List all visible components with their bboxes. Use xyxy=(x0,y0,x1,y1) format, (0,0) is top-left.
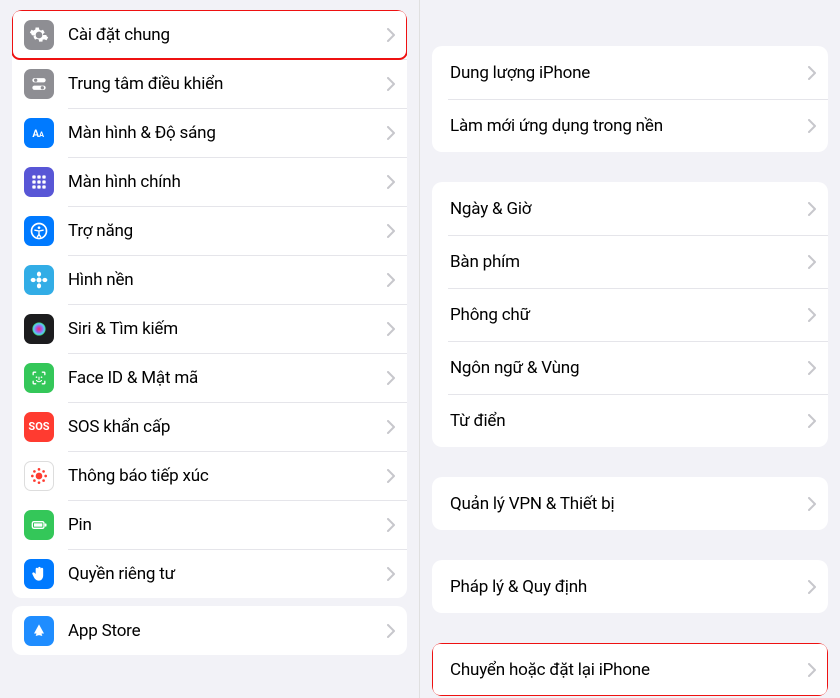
chevron-right-icon xyxy=(387,77,395,91)
row-label: Làm mới ứng dụng trong nền xyxy=(450,116,808,136)
row-label: Pin xyxy=(68,515,387,535)
row-label: SOS khẩn cấp xyxy=(68,417,387,437)
chevron-right-icon xyxy=(387,518,395,532)
row-label: Màn hình & Độ sáng xyxy=(68,123,387,143)
siri-icon xyxy=(24,314,54,344)
row-label: Pháp lý & Quy định xyxy=(450,577,808,597)
chevron-right-icon xyxy=(387,28,395,42)
row-language-region[interactable]: Ngôn ngữ & Vùng xyxy=(432,341,828,394)
chevron-right-icon xyxy=(808,119,816,133)
row-accessibility[interactable]: Trợ năng xyxy=(12,206,407,255)
chevron-right-icon xyxy=(387,624,395,638)
row-fonts[interactable]: Phông chữ xyxy=(432,288,828,341)
row-display-brightness[interactable]: AA Màn hình & Độ sáng xyxy=(12,108,407,157)
chevron-right-icon xyxy=(387,175,395,189)
row-label: Siri & Tìm kiếm xyxy=(68,319,387,339)
row-label: App Store xyxy=(68,621,387,641)
exposure-icon xyxy=(24,461,54,491)
chevron-right-icon xyxy=(387,371,395,385)
faceid-icon xyxy=(24,363,54,393)
row-legal-regulatory[interactable]: Pháp lý & Quy định xyxy=(432,560,828,613)
chevron-right-icon xyxy=(387,322,395,336)
switches-icon xyxy=(24,69,54,99)
row-app-store[interactable]: App Store xyxy=(12,606,407,655)
general-group-vpn: Quản lý VPN & Thiết bị xyxy=(432,477,828,530)
row-control-center[interactable]: Trung tâm điều khiển xyxy=(12,59,407,108)
row-emergency-sos[interactable]: SOS SOS khẩn cấp xyxy=(12,402,407,451)
row-exposure-notifications[interactable]: Thông báo tiếp xúc xyxy=(12,451,407,500)
settings-group-system: Cài đặt chung Trung tâm điều khiển AA Mà… xyxy=(12,10,407,598)
row-label: Chuyển hoặc đặt lại iPhone xyxy=(450,660,808,680)
chevron-right-icon xyxy=(808,414,816,428)
row-battery[interactable]: Pin xyxy=(12,500,407,549)
row-keyboard[interactable]: Bàn phím xyxy=(432,235,828,288)
row-label: Quản lý VPN & Thiết bị xyxy=(450,494,808,514)
row-label: Trung tâm điều khiển xyxy=(68,74,387,94)
chevron-right-icon xyxy=(387,469,395,483)
row-transfer-reset-iphone[interactable]: Chuyển hoặc đặt lại iPhone xyxy=(432,643,828,696)
row-label: Bàn phím xyxy=(450,252,808,272)
row-vpn-device-management[interactable]: Quản lý VPN & Thiết bị xyxy=(432,477,828,530)
row-label: Ngôn ngữ & Vùng xyxy=(450,358,808,378)
general-group-reset: Chuyển hoặc đặt lại iPhone xyxy=(432,643,828,696)
appstore-icon xyxy=(24,616,54,646)
row-dictionary[interactable]: Từ điển xyxy=(432,394,828,447)
general-group-locale: Ngày & Giờ Bàn phím Phông chữ Ngôn ngữ &… xyxy=(432,182,828,447)
chevron-right-icon xyxy=(808,255,816,269)
row-label: Cài đặt chung xyxy=(68,25,387,45)
chevron-right-icon xyxy=(808,663,816,677)
row-label: Hình nền xyxy=(68,270,387,290)
grid-icon xyxy=(24,167,54,197)
chevron-right-icon xyxy=(808,202,816,216)
chevron-right-icon xyxy=(808,580,816,594)
chevron-right-icon xyxy=(387,567,395,581)
text-size-icon: AA xyxy=(24,118,54,148)
gear-icon xyxy=(24,20,54,50)
row-siri-search[interactable]: Siri & Tìm kiếm xyxy=(12,304,407,353)
battery-icon xyxy=(24,510,54,540)
chevron-right-icon xyxy=(387,126,395,140)
row-label: Trợ năng xyxy=(68,221,387,241)
hand-icon xyxy=(24,559,54,589)
flower-icon xyxy=(24,265,54,295)
row-iphone-storage[interactable]: Dung lượng iPhone xyxy=(432,46,828,99)
row-home-screen[interactable]: Màn hình chính xyxy=(12,157,407,206)
row-label: Phông chữ xyxy=(450,305,808,325)
chevron-right-icon xyxy=(387,273,395,287)
row-label: Ngày & Giờ xyxy=(450,199,808,219)
row-date-time[interactable]: Ngày & Giờ xyxy=(432,182,828,235)
settings-panel-left: Cài đặt chung Trung tâm điều khiển AA Mà… xyxy=(0,0,420,698)
row-label: Face ID & Mật mã xyxy=(68,368,387,388)
chevron-right-icon xyxy=(808,361,816,375)
settings-panel-right: Dung lượng iPhone Làm mới ứng dụng trong… xyxy=(420,0,840,698)
chevron-right-icon xyxy=(808,308,816,322)
row-wallpaper[interactable]: Hình nền xyxy=(12,255,407,304)
chevron-right-icon xyxy=(808,497,816,511)
row-label: Thông báo tiếp xúc xyxy=(68,466,387,486)
row-background-refresh[interactable]: Làm mới ứng dụng trong nền xyxy=(432,99,828,152)
row-privacy[interactable]: Quyền riêng tư xyxy=(12,549,407,598)
row-label: Dung lượng iPhone xyxy=(450,63,808,83)
row-label: Màn hình chính xyxy=(68,172,387,192)
accessibility-icon xyxy=(24,216,54,246)
general-group-legal: Pháp lý & Quy định xyxy=(432,560,828,613)
chevron-right-icon xyxy=(387,420,395,434)
settings-group-store: App Store xyxy=(12,606,407,655)
chevron-right-icon xyxy=(387,224,395,238)
general-group-storage: Dung lượng iPhone Làm mới ứng dụng trong… xyxy=(432,46,828,152)
svg-text:A: A xyxy=(39,130,45,139)
row-faceid-passcode[interactable]: Face ID & Mật mã xyxy=(12,353,407,402)
row-general[interactable]: Cài đặt chung xyxy=(12,10,407,59)
row-label: Từ điển xyxy=(450,411,808,431)
sos-icon: SOS xyxy=(24,412,54,442)
chevron-right-icon xyxy=(808,66,816,80)
row-label: Quyền riêng tư xyxy=(68,564,387,584)
